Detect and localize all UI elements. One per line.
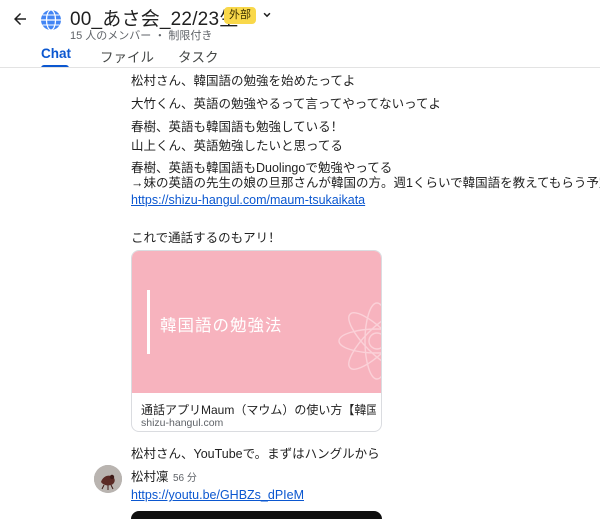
- preview-image-text: 韓国語の勉強法: [160, 317, 283, 335]
- chat-header: 00_あさ会_22/23生 外部 15 人のメンバー ・ 制限付き Chat フ…: [0, 0, 600, 68]
- sender-name[interactable]: 松村凜: [131, 466, 169, 485]
- message-text: 大竹くん、英語の勉強やるって言ってやってないってよ: [131, 97, 442, 111]
- decorative-bar: [147, 290, 150, 354]
- tab-chat[interactable]: Chat: [41, 46, 71, 61]
- message-text: 松村さん、韓国語の勉強を始めたってよ: [131, 74, 356, 88]
- message-text: 春樹、英語も韓国語も勉強している！: [131, 120, 344, 134]
- tab-tasks[interactable]: タスク: [178, 46, 219, 66]
- tab-files[interactable]: ファイル: [100, 46, 154, 66]
- avatar[interactable]: [94, 465, 122, 493]
- external-badge: 外部: [224, 7, 256, 24]
- tab-bar: Chat ファイル タスク: [0, 44, 600, 68]
- link-preview-card[interactable]: 韓国語の勉強法 通話アプリMaum（マウム）の使い方【韓国語 shizu-han…: [131, 250, 382, 432]
- message-list: 松村さん、韓国語の勉強を始めたってよ 大竹くん、英語の勉強やるって言ってやってな…: [0, 68, 600, 519]
- message-link[interactable]: https://youtu.be/GHBZs_dPIeM: [131, 488, 304, 502]
- arrow-left-icon: [14, 13, 26, 25]
- back-button[interactable]: [8, 7, 32, 31]
- preview-domain: shizu-hangul.com: [141, 417, 224, 429]
- message-text: 山上くん、英語勉強したいと思ってる: [131, 139, 343, 153]
- message-link[interactable]: https://shizu-hangul.com/maum-tsukaikata: [131, 193, 365, 207]
- globe-icon: [40, 9, 62, 31]
- video-preview[interactable]: [131, 511, 382, 519]
- message-text: 松村さん、YouTubeで。まずはハングルから: [131, 447, 380, 461]
- message-text: →妹の英語の先生の娘の旦那さんが韓国の方。週1くらいで韓国語を教えてもらう予定！: [131, 176, 600, 190]
- message-time: 56 分: [173, 473, 197, 484]
- message-text: これで通話するのもアリ！: [131, 231, 281, 245]
- chevron-down-icon[interactable]: [260, 8, 274, 22]
- preview-title: 通話アプリMaum（マウム）の使い方【韓国語: [141, 403, 376, 417]
- preview-image: 韓国語の勉強法: [132, 251, 381, 393]
- space-subtitle: 15 人のメンバー ・ 制限付き: [70, 30, 213, 42]
